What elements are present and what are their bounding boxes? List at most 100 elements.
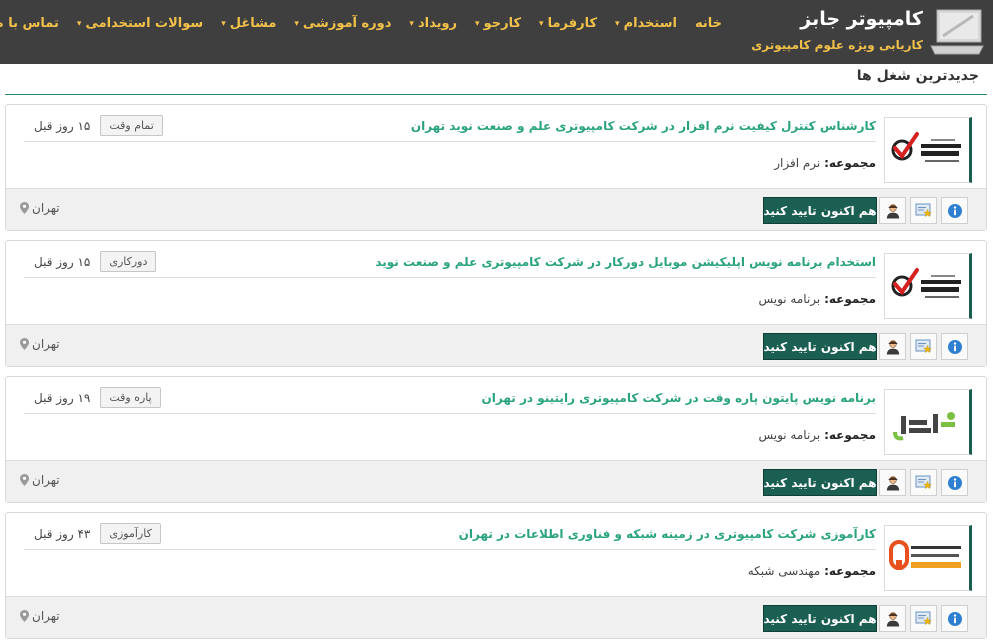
nav-item-label: خانه xyxy=(695,16,723,31)
category-label: مجموعه: xyxy=(825,292,877,306)
nav-item-1[interactable]: استخدام ▾ xyxy=(607,16,687,31)
job-card-3: کارآموزی شرکت کامپیوتری در زمینه شبکه و … xyxy=(6,512,988,639)
job-meta: ۴۳ روز قبل کارآموزی xyxy=(25,523,162,544)
user-icon xyxy=(887,203,900,218)
job-title-link[interactable]: کارآموزی شرکت کامپیوتری در زمینه شبکه و … xyxy=(460,527,877,541)
employment-type-badge: پاره وقت xyxy=(101,387,162,408)
location-text: تهران xyxy=(33,609,61,623)
job-title-link[interactable]: استخدام برنامه نویس اپلیکیشن موبایل دورک… xyxy=(376,255,877,269)
nav-item-label: دوره آموزشی xyxy=(303,16,393,31)
nav-item-label: تماس با ما xyxy=(0,16,60,31)
info-icon xyxy=(948,475,963,490)
user-icon xyxy=(887,475,900,490)
job-location: تهران xyxy=(21,609,61,623)
nav-item-8[interactable]: تماس با ما▾ xyxy=(0,16,69,31)
map-pin-icon xyxy=(21,338,30,350)
bookmark-button[interactable] xyxy=(911,197,938,224)
section-title: جدیدترین شغل ها xyxy=(857,68,980,84)
site-subtitle: کاریابی ویژه علوم کامپیوتری xyxy=(752,38,924,52)
laptop-logo-icon xyxy=(931,9,985,55)
bookmark-button[interactable] xyxy=(911,605,938,632)
job-meta: ۱۹ روز قبل پاره وقت xyxy=(25,387,162,408)
employment-type-badge: دورکاری xyxy=(101,251,158,272)
nav-item-0[interactable]: خانه xyxy=(687,16,732,31)
brand[interactable]: کامپیوتر جابز کاریابی ویژه علوم کامپیوتر… xyxy=(752,6,986,58)
apply-button[interactable]: هم اکنون تایید کنید xyxy=(764,197,878,224)
job-category: مجموعه: نرم افزار xyxy=(775,156,877,170)
job-category: مجموعه: مهندسی شبکه xyxy=(749,564,877,578)
job-card-1: استخدام برنامه نویس اپلیکیشن موبایل دورک… xyxy=(6,240,988,367)
nav-item-label: کارفرما xyxy=(548,16,599,31)
nav-item-2[interactable]: کارفرما ▾ xyxy=(531,16,607,31)
posted-time: ۱۹ روز قبل xyxy=(35,390,92,405)
company-logo[interactable] xyxy=(885,525,973,591)
bookmark-button[interactable] xyxy=(911,469,938,496)
employment-type-badge: کارآموزی xyxy=(101,523,162,544)
nav-item-label: استخدام xyxy=(624,16,678,31)
company-profile-button[interactable] xyxy=(880,605,907,632)
bookmark-card-icon xyxy=(916,475,933,489)
employment-type-badge: تمام وقت xyxy=(101,115,164,136)
title-divider xyxy=(25,141,877,142)
location-text: تهران xyxy=(33,337,61,351)
job-title-link[interactable]: کارشناس کنترل کیفیت نرم افزار در شرکت کا… xyxy=(412,119,877,133)
info-button[interactable] xyxy=(942,469,969,496)
apply-button[interactable]: هم اکنون تایید کنید xyxy=(764,469,878,496)
chevron-down-icon: ▾ xyxy=(476,18,481,29)
bookmark-card-icon xyxy=(916,203,933,217)
nav-item-5[interactable]: دوره آموزشی ▾ xyxy=(286,16,401,31)
map-pin-icon xyxy=(21,474,30,486)
job-card-0: کارشناس کنترل کیفیت نرم افزار در شرکت کا… xyxy=(6,104,988,231)
location-text: تهران xyxy=(33,201,61,215)
chevron-down-icon: ▾ xyxy=(540,18,545,29)
chevron-down-icon: ▾ xyxy=(410,18,415,29)
job-title-link[interactable]: برنامه نویس پایتون پاره وقت در شرکت کامپ… xyxy=(483,391,877,405)
nav-item-6[interactable]: مشاغل ▾ xyxy=(213,16,286,31)
category-label: مجموعه: xyxy=(825,564,877,578)
bookmark-button[interactable] xyxy=(911,333,938,360)
company-logo[interactable] xyxy=(885,117,973,183)
title-divider xyxy=(25,277,877,278)
chevron-down-icon: ▾ xyxy=(616,18,621,29)
nav-item-label: مشاغل xyxy=(230,16,278,31)
job-card-body: کارشناس کنترل کیفیت نرم افزار در شرکت کا… xyxy=(7,105,987,190)
main-nav: خانه استخدام ▾ کارفرما ▾ کارجو ▾ رویداد ▾ دوره آم… xyxy=(0,16,732,31)
job-card-footer: هم اکنون تایید کنید تهران xyxy=(7,188,987,230)
company-profile-button[interactable] xyxy=(880,469,907,496)
user-icon xyxy=(887,611,900,626)
nav-item-label: رویداد xyxy=(418,16,459,31)
title-divider xyxy=(25,413,877,414)
job-card-2: برنامه نویس پایتون پاره وقت در شرکت کامپ… xyxy=(6,376,988,503)
company-profile-button[interactable] xyxy=(880,333,907,360)
job-card-body: استخدام برنامه نویس اپلیکیشن موبایل دورک… xyxy=(7,241,987,326)
map-pin-icon xyxy=(21,202,30,214)
job-meta: ۱۵ روز قبل تمام وقت xyxy=(25,115,164,136)
nav-item-4[interactable]: رویداد ▾ xyxy=(401,16,467,31)
info-button[interactable] xyxy=(942,197,969,224)
nav-item-label: سوالات استخدامی xyxy=(86,16,205,31)
nav-item-7[interactable]: سوالات استخدامی ▾ xyxy=(69,16,213,31)
job-meta: ۱۵ روز قبل دورکاری xyxy=(25,251,158,272)
job-card-footer: هم اکنون تایید کنید تهران xyxy=(7,324,987,366)
section-divider xyxy=(6,94,988,95)
category-label: مجموعه: xyxy=(825,428,877,442)
company-logo[interactable] xyxy=(885,389,973,455)
job-card-footer: هم اکنون تایید کنید تهران xyxy=(7,460,987,502)
nav-item-3[interactable]: کارجو ▾ xyxy=(467,16,531,31)
job-card-body: کارآموزی شرکت کامپیوتری در زمینه شبکه و … xyxy=(7,513,987,598)
info-icon xyxy=(948,203,963,218)
job-card-footer: هم اکنون تایید کنید تهران xyxy=(7,596,987,638)
company-logo[interactable] xyxy=(885,253,973,319)
job-location: تهران xyxy=(21,473,61,487)
info-button[interactable] xyxy=(942,333,969,360)
apply-button[interactable]: هم اکنون تایید کنید xyxy=(764,605,878,632)
title-divider xyxy=(25,549,877,550)
posted-time: ۱۵ روز قبل xyxy=(35,118,92,133)
posted-time: ۱۵ روز قبل xyxy=(35,254,92,269)
user-icon xyxy=(887,339,900,354)
company-profile-button[interactable] xyxy=(880,197,907,224)
info-icon xyxy=(948,339,963,354)
info-button[interactable] xyxy=(942,605,969,632)
bookmark-card-icon xyxy=(916,611,933,625)
apply-button[interactable]: هم اکنون تایید کنید xyxy=(764,333,878,360)
